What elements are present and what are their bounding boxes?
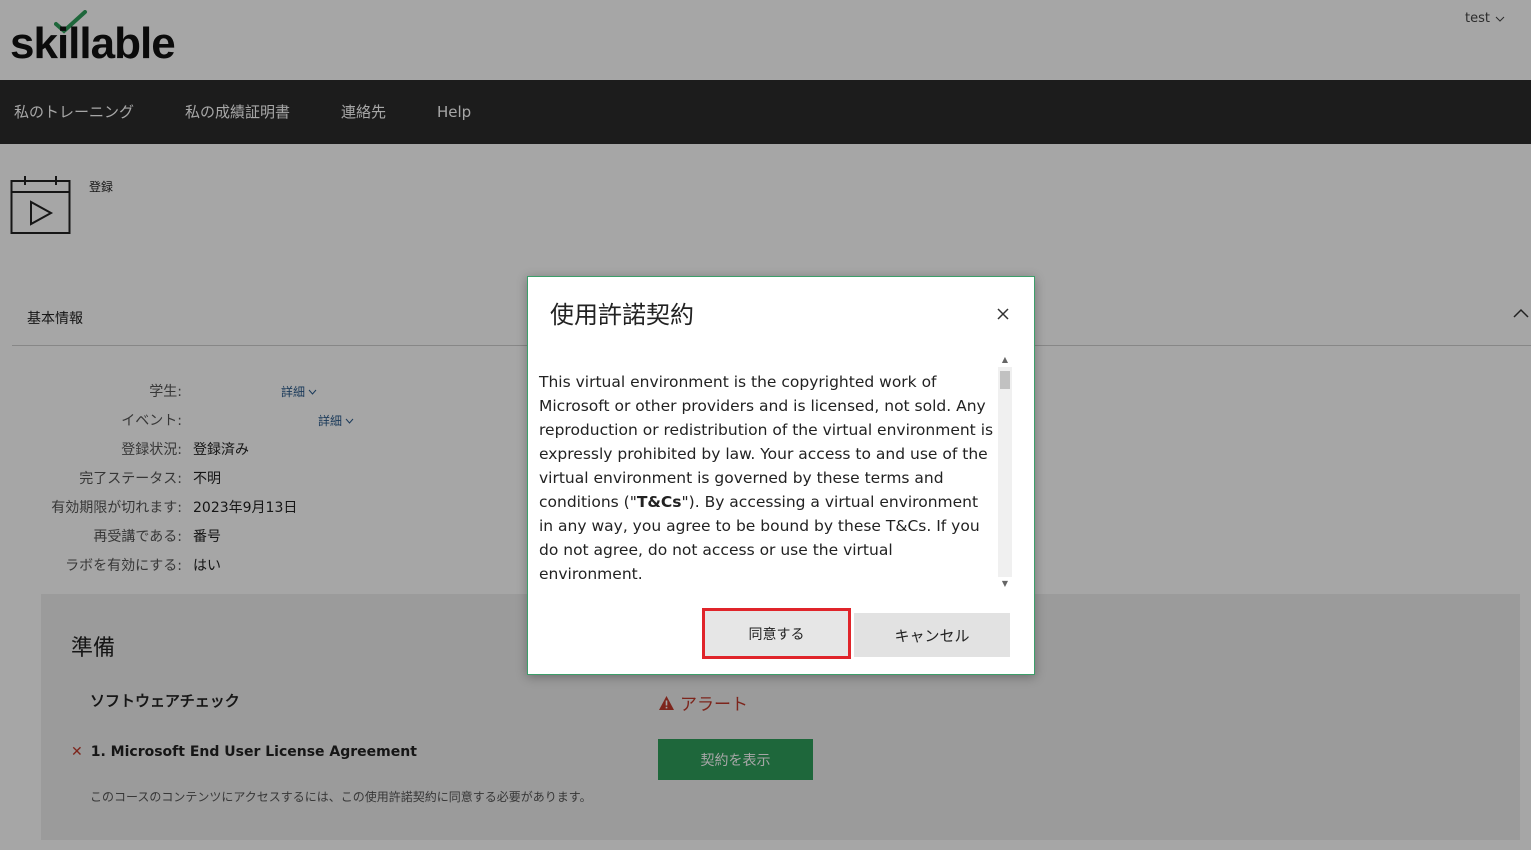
license-agreement-modal: 使用許諾契約 This virtual environment is the c… — [527, 276, 1035, 675]
license-text: This virtual environment is the copyrigh… — [539, 370, 994, 586]
license-text-bold: T&Cs — [636, 493, 682, 511]
close-icon[interactable] — [994, 305, 1012, 323]
scroll-track[interactable] — [998, 367, 1012, 577]
scroll-down-icon[interactable]: ▼ — [998, 577, 1012, 591]
modal-scrollbar[interactable]: ▲ ▼ — [998, 353, 1012, 591]
agree-button-label: 同意する — [748, 626, 805, 643]
scroll-thumb[interactable] — [1000, 371, 1010, 389]
license-text-part: This virtual environment is the copyrigh… — [539, 373, 994, 511]
scroll-up-icon[interactable]: ▲ — [998, 353, 1012, 367]
modal-title: 使用許諾契約 — [550, 301, 694, 329]
cancel-button[interactable]: キャンセル — [854, 613, 1010, 657]
agree-button[interactable]: 同意する — [702, 608, 851, 659]
